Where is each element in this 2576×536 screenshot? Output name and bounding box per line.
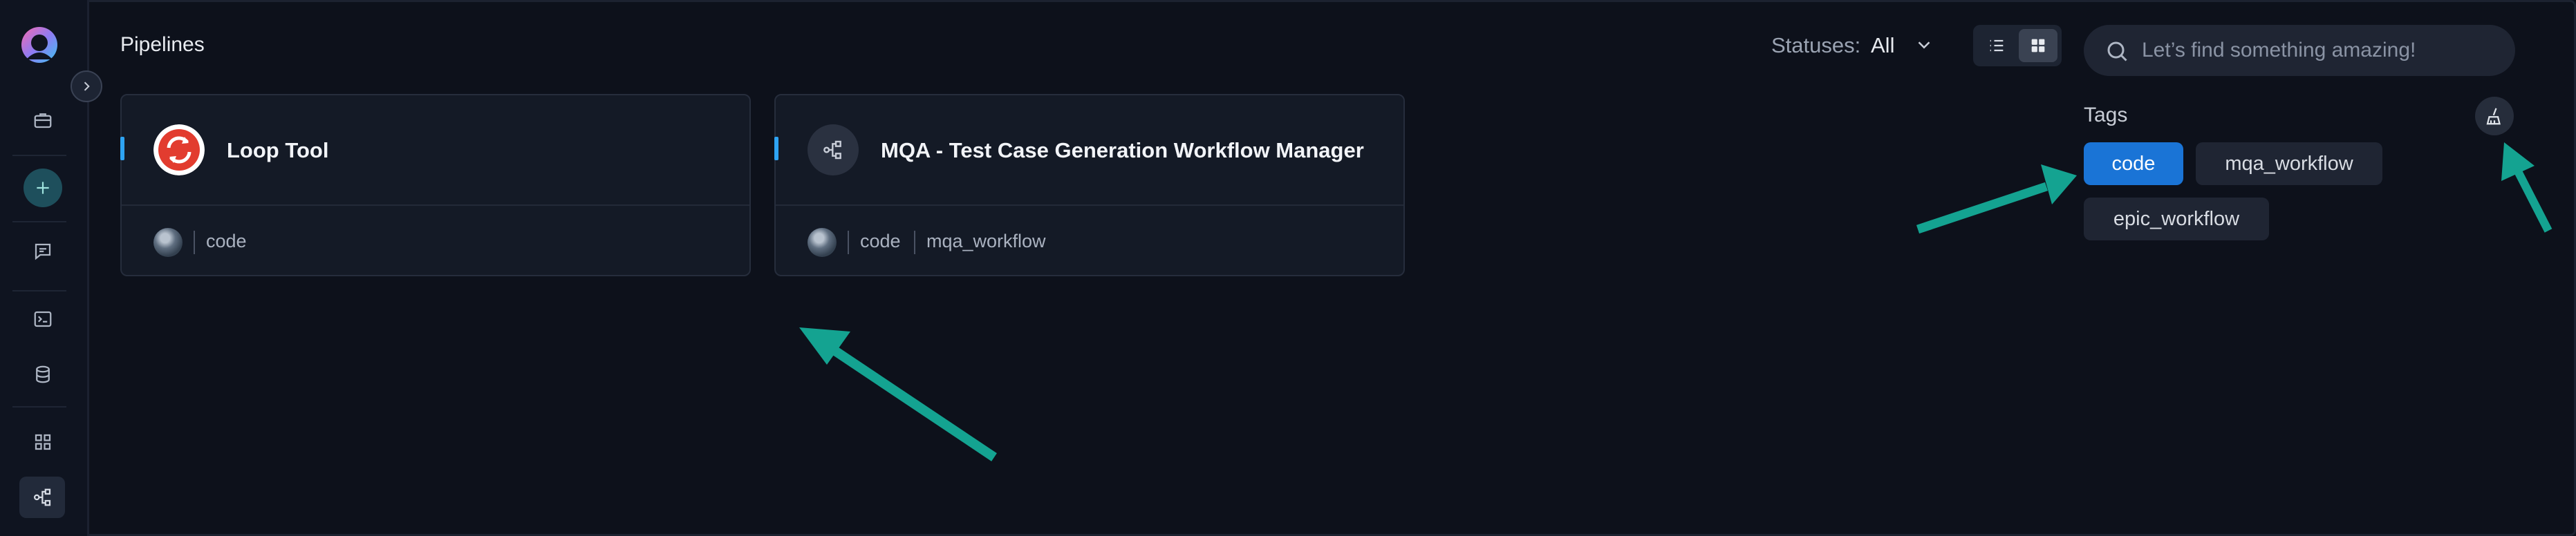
tag-separator	[194, 231, 195, 254]
pipeline-card-loop-tool[interactable]: Loop Tool code	[120, 94, 751, 276]
card-icon-wrap	[808, 124, 859, 175]
pipeline-icon	[34, 488, 51, 506]
sidebar-item-chat[interactable]	[26, 235, 59, 268]
grid-icon	[2031, 39, 2045, 52]
sidebar-item-terminal[interactable]	[26, 303, 59, 336]
card-header: MQA - Test Case Generation Workflow Mana…	[776, 95, 1403, 206]
sidebar-divider	[12, 221, 66, 222]
card-tag: mqa_workflow	[926, 231, 1046, 251]
list-view-button[interactable]	[1977, 29, 2016, 62]
search-placeholder: Let’s find something amazing!	[2142, 39, 2416, 61]
tag-chip-code[interactable]: code	[2084, 142, 2183, 185]
terminal-icon	[34, 311, 52, 327]
card-title: MQA - Test Case Generation Workflow Mana…	[881, 138, 1364, 162]
statuses-select[interactable]: All	[1871, 33, 1894, 58]
card-tag: code	[206, 231, 247, 251]
annotation-arrow	[2514, 169, 2552, 233]
grid-icon	[35, 434, 51, 450]
search-input[interactable]: Let’s find something amazing!	[2084, 25, 2515, 76]
app-logo-icon[interactable]	[19, 25, 59, 65]
pipeline-icon	[823, 140, 841, 160]
sidebar-divider	[12, 290, 66, 291]
sidebar-divider	[12, 406, 66, 408]
chat-icon	[35, 243, 51, 260]
annotation-arrowhead	[799, 327, 850, 365]
statuses-label: Statuses:	[1771, 33, 1861, 57]
chevron-down-icon[interactable]	[1914, 35, 1934, 55]
chevron-right-icon	[84, 82, 90, 91]
loop-icon	[153, 124, 205, 175]
page-title: Pipelines	[120, 33, 205, 56]
tag-separator	[848, 231, 849, 254]
annotation-arrow	[1916, 182, 2048, 234]
sidebar-item-pipelines-icon-wrap[interactable]	[26, 481, 59, 514]
sidebar-item-grid[interactable]	[26, 425, 59, 459]
sidebar-collapse-button[interactable]	[71, 70, 102, 102]
view-toggle	[1973, 25, 2062, 66]
sidebar-item-briefcase[interactable]	[26, 104, 59, 137]
avatar	[808, 228, 837, 257]
pipeline-card-mqa[interactable]: MQA - Test Case Generation Workflow Mana…	[774, 94, 1405, 276]
annotation-arrowhead	[2041, 164, 2077, 204]
list-icon	[1990, 39, 2004, 52]
broom-icon	[2486, 108, 2501, 125]
annotation-arrow	[824, 341, 997, 461]
briefcase-icon	[34, 113, 52, 128]
sidebar-add-button[interactable]	[24, 169, 62, 207]
tag-chip-epic-workflow[interactable]: epic_workflow	[2084, 198, 2269, 240]
avatar	[153, 228, 183, 257]
card-tag: code	[860, 231, 901, 251]
plus-icon	[37, 182, 49, 194]
clear-tags-button[interactable]	[2475, 97, 2514, 135]
card-title: Loop Tool	[227, 138, 329, 162]
search-icon	[2107, 41, 2127, 61]
tag-chip-mqa-workflow[interactable]: mqa_workflow	[2196, 142, 2382, 185]
tag-separator	[914, 231, 915, 254]
tags-title: Tags	[2084, 104, 2128, 126]
card-header: Loop Tool	[122, 95, 749, 206]
sidebar-item-database[interactable]	[26, 358, 59, 391]
grid-view-button[interactable]	[2019, 29, 2057, 62]
annotation-arrowhead	[2501, 142, 2535, 181]
database-icon	[36, 365, 50, 383]
sidebar-divider	[12, 155, 66, 156]
